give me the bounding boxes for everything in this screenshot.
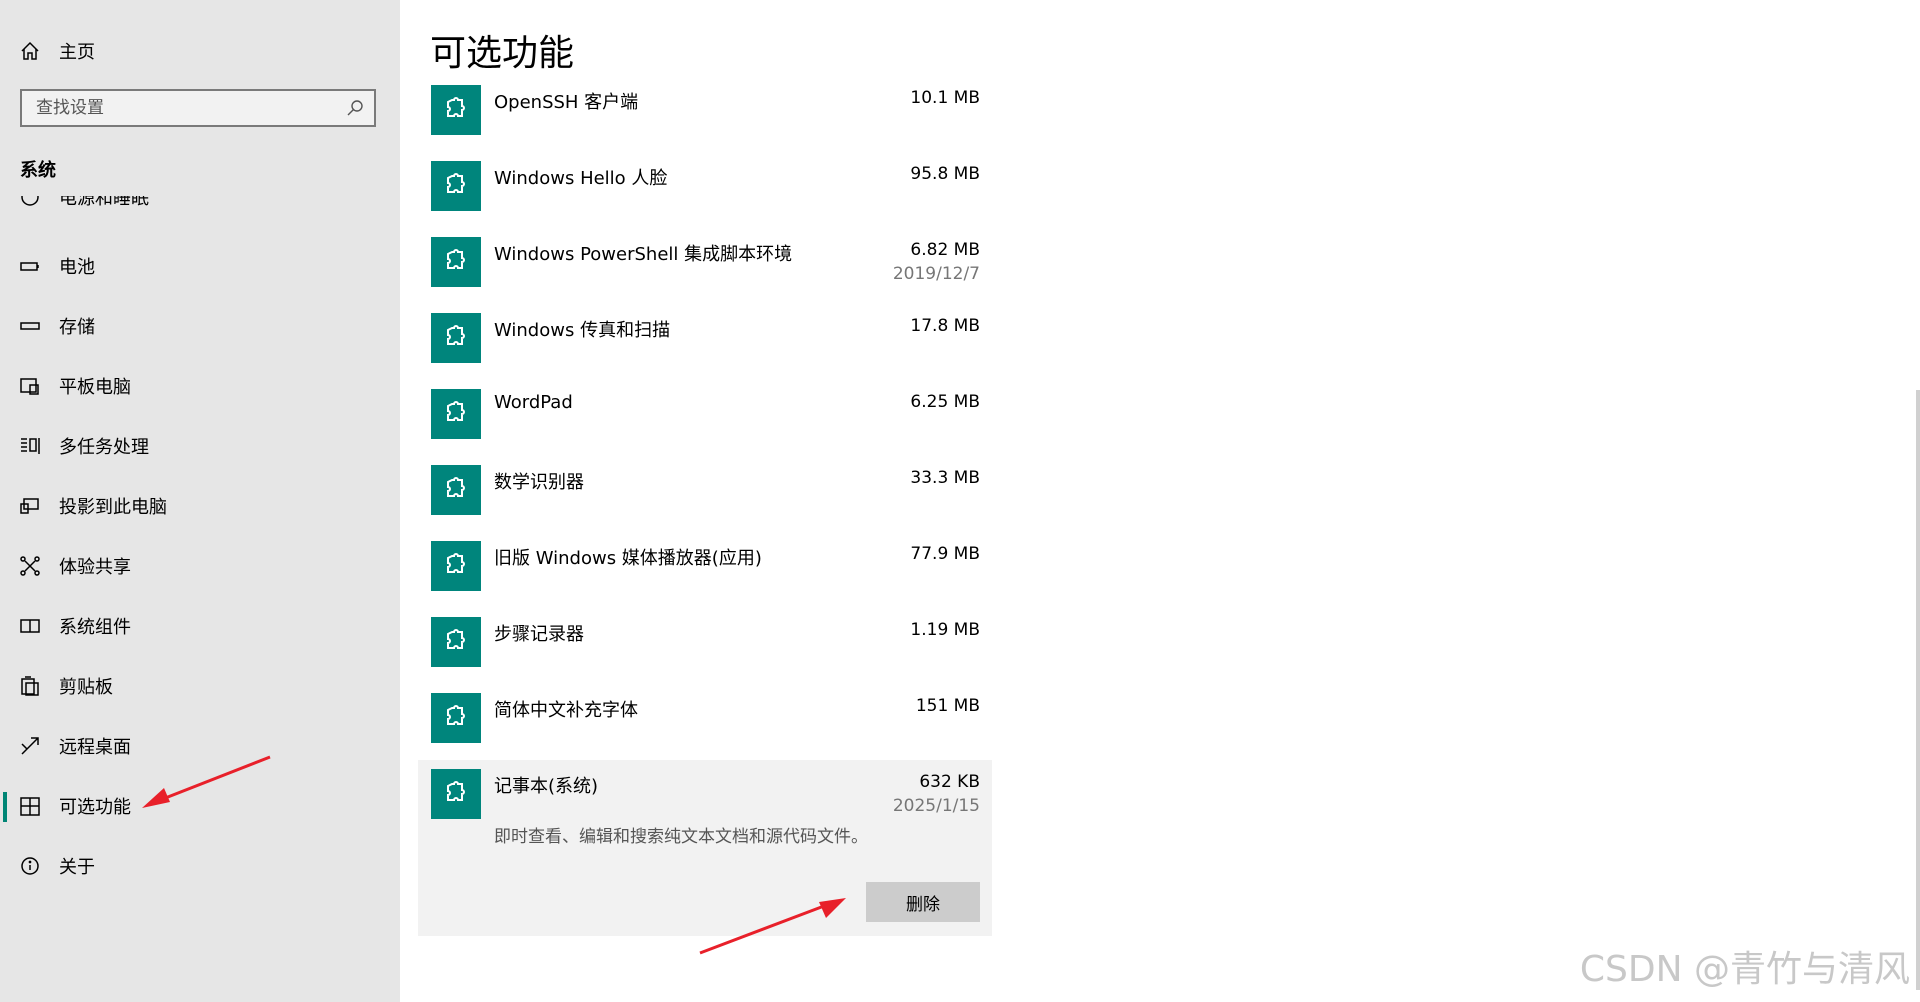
nav-clipboard[interactable]: 剪贴板 xyxy=(0,661,400,711)
feature-name: WordPad xyxy=(494,392,573,413)
scrollbar[interactable] xyxy=(1916,390,1920,990)
section-title: 系统 xyxy=(20,160,56,181)
nav-optional-features[interactable]: 可选功能 xyxy=(0,781,400,831)
search-icon[interactable] xyxy=(346,99,364,117)
nav-power-sleep[interactable]: 电源和睡眠 xyxy=(0,196,400,222)
battery-icon xyxy=(18,254,42,278)
nav-about-label: 关于 xyxy=(59,857,95,878)
feature-name: Windows PowerShell 集成脚本环境 xyxy=(494,244,793,265)
uninstall-button[interactable]: 删除 xyxy=(866,882,980,922)
info-icon xyxy=(18,854,42,878)
feature-name: 步骤记录器 xyxy=(494,624,584,645)
nav-multitasking[interactable]: 多任务处理 xyxy=(0,421,400,471)
sidebar: 主页 系统 电源和睡眠 电池 存储 平板电脑 xyxy=(0,0,400,1002)
feature-size: 632 KB xyxy=(919,772,980,792)
nav-share-label: 体验共享 xyxy=(59,557,131,578)
components-icon xyxy=(18,614,42,638)
feature-item-math-recognizer[interactable]: 数学识别器 33.3 MB xyxy=(418,456,992,532)
feature-size: 1.19 MB xyxy=(910,620,980,640)
nav-components[interactable]: 系统组件 xyxy=(0,601,400,651)
puzzle-icon xyxy=(431,465,481,515)
feature-item-wordpad[interactable]: WordPad 6.25 MB xyxy=(418,380,992,456)
nav-about[interactable]: 关于 xyxy=(0,841,400,891)
search-box[interactable] xyxy=(20,89,376,127)
feature-item-hello-face[interactable]: Windows Hello 人脸 95.8 MB xyxy=(418,152,992,228)
feature-item-media-player[interactable]: 旧版 Windows 媒体播放器(应用) 77.9 MB xyxy=(418,532,992,608)
clipboard-icon xyxy=(18,674,42,698)
feature-date: 2019/12/7 xyxy=(892,264,980,284)
feature-size: 10.1 MB xyxy=(910,88,980,108)
nav-battery[interactable]: 电池 xyxy=(0,241,400,291)
nav-clipboard-label: 剪贴板 xyxy=(59,677,113,698)
home-icon xyxy=(18,39,42,63)
project-icon xyxy=(18,494,42,518)
feature-size: 33.3 MB xyxy=(910,468,980,488)
nav-battery-label: 电池 xyxy=(59,257,95,278)
nav-tablet[interactable]: 平板电脑 xyxy=(0,361,400,411)
feature-item-fax-scan[interactable]: Windows 传真和扫描 17.8 MB xyxy=(418,304,992,380)
nav-home[interactable]: 主页 xyxy=(0,26,400,76)
nav-components-label: 系统组件 xyxy=(59,617,131,638)
nav-remote-desktop[interactable]: 远程桌面 xyxy=(0,721,400,771)
nav-storage[interactable]: 存储 xyxy=(0,301,400,351)
feature-size: 95.8 MB xyxy=(910,164,980,184)
feature-name: Windows Hello 人脸 xyxy=(494,168,668,189)
puzzle-icon xyxy=(431,161,481,211)
nav-storage-label: 存储 xyxy=(59,317,95,338)
feature-date: 2025/1/15 xyxy=(892,796,980,816)
page-title: 可选功能 xyxy=(430,33,575,74)
feature-name: 简体中文补充字体 xyxy=(494,700,638,721)
nav-power-sleep-label: 电源和睡眠 xyxy=(59,196,149,209)
share-icon xyxy=(18,554,42,578)
puzzle-icon xyxy=(431,313,481,363)
feature-name: 记事本(系统) xyxy=(494,776,599,797)
multitasking-icon xyxy=(18,434,42,458)
nav-home-label: 主页 xyxy=(59,42,95,63)
storage-icon xyxy=(18,314,42,338)
feature-item-chinese-fonts[interactable]: 简体中文补充字体 151 MB xyxy=(418,684,992,760)
nav-project[interactable]: 投影到此电脑 xyxy=(0,481,400,531)
feature-description: 即时查看、编辑和搜索纯文本文档和源代码文件。 xyxy=(494,827,868,847)
power-icon xyxy=(18,196,42,209)
feature-size: 6.25 MB xyxy=(910,392,980,412)
feature-size: 6.82 MB xyxy=(910,240,980,260)
nav-project-label: 投影到此电脑 xyxy=(59,497,167,518)
search-input[interactable] xyxy=(22,91,346,125)
remote-desktop-icon xyxy=(18,734,42,758)
puzzle-icon xyxy=(431,85,481,135)
feature-size: 77.9 MB xyxy=(910,544,980,564)
feature-size: 151 MB xyxy=(915,696,980,716)
nav-remote-desktop-label: 远程桌面 xyxy=(59,737,131,758)
puzzle-icon xyxy=(431,693,481,743)
feature-name: 旧版 Windows 媒体播放器(应用) xyxy=(494,548,762,569)
tablet-icon xyxy=(18,374,42,398)
main-content: 可选功能 OpenSSH 客户端 10.1 MB Windows Hello 人… xyxy=(400,0,1920,1002)
feature-name: 数学识别器 xyxy=(494,472,584,493)
optional-features-icon xyxy=(18,794,42,818)
nav-optional-features-label: 可选功能 xyxy=(59,797,131,818)
puzzle-icon xyxy=(431,237,481,287)
nav-share[interactable]: 体验共享 xyxy=(0,541,400,591)
feature-name: OpenSSH 客户端 xyxy=(494,92,639,113)
puzzle-icon xyxy=(431,617,481,667)
feature-item-steps-recorder[interactable]: 步骤记录器 1.19 MB xyxy=(418,608,992,684)
puzzle-icon xyxy=(431,389,481,439)
nav-multitasking-label: 多任务处理 xyxy=(59,437,149,458)
feature-item-powershell-ise[interactable]: Windows PowerShell 集成脚本环境 6.82 MB 2019/1… xyxy=(418,228,992,304)
watermark: CSDN @青竹与清风 xyxy=(1579,949,1910,990)
feature-name: Windows 传真和扫描 xyxy=(494,320,671,341)
feature-item-openssh[interactable]: OpenSSH 客户端 10.1 MB xyxy=(418,76,992,152)
nav-tablet-label: 平板电脑 xyxy=(59,377,131,398)
puzzle-icon xyxy=(431,769,481,819)
feature-size: 17.8 MB xyxy=(910,316,980,336)
puzzle-icon xyxy=(431,541,481,591)
feature-item-notepad-expanded[interactable]: 记事本(系统) 632 KB 2025/1/15 即时查看、编辑和搜索纯文本文档… xyxy=(418,760,992,936)
